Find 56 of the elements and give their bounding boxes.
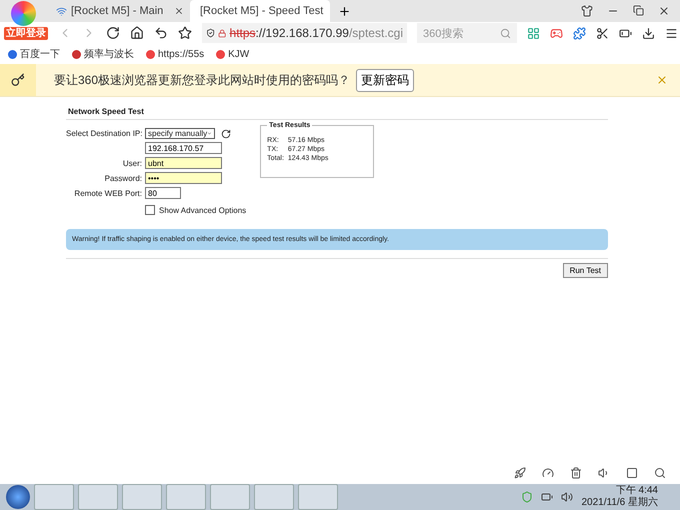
search-icon[interactable] xyxy=(500,28,511,38)
login-badge[interactable]: 立即登录 xyxy=(4,27,48,40)
lock-icon xyxy=(218,28,227,38)
new-tab-icon[interactable] xyxy=(338,4,351,18)
checkbox-label: Show Advanced Options xyxy=(159,206,246,214)
speaker-icon[interactable] xyxy=(598,467,610,479)
close-icon[interactable] xyxy=(174,6,184,16)
field-label: User: xyxy=(122,158,142,168)
star-icon[interactable] xyxy=(178,26,192,40)
dropdown-caret-icon xyxy=(206,131,214,136)
password-prompt: 要让360极速浏览器更新您登录此网站时使用的密码吗？ xyxy=(54,72,350,88)
shield-icon xyxy=(206,28,216,38)
gauge-icon[interactable] xyxy=(542,467,554,479)
rocket-icon[interactable] xyxy=(514,467,526,479)
bookmark-link[interactable]: 百度一下 xyxy=(8,47,60,61)
browser-tab[interactable]: [Rocket M5] - Main xyxy=(50,0,190,22)
address-bar[interactable]: https://192.168.170.99/sptest.cgi xyxy=(202,23,407,43)
battery-icon[interactable] xyxy=(541,491,554,503)
field-label: Password: xyxy=(104,174,142,182)
refresh-icon[interactable] xyxy=(221,128,231,138)
undo-icon[interactable] xyxy=(154,26,168,40)
browser-tab[interactable]: [Rocket M5] - Speed Test xyxy=(190,0,330,22)
bookmark-link[interactable]: 频率与波长 xyxy=(72,47,134,61)
port-input[interactable]: 80 xyxy=(145,187,181,199)
gamepad-icon[interactable] xyxy=(550,26,563,40)
key-icon xyxy=(11,73,25,87)
home-icon[interactable] xyxy=(130,26,144,40)
run-test-button[interactable]: Run Test xyxy=(562,263,608,278)
field-label: Select Destination IP: xyxy=(66,129,142,138)
scissors-icon[interactable] xyxy=(596,26,609,40)
bookmark-link[interactable]: KJW xyxy=(216,48,250,60)
window-icon[interactable] xyxy=(626,467,638,479)
download-icon[interactable] xyxy=(642,26,655,40)
menu-icon[interactable] xyxy=(665,26,678,40)
reload-icon[interactable] xyxy=(106,26,120,40)
zoom-icon[interactable] xyxy=(654,467,666,479)
trash-icon[interactable] xyxy=(570,467,582,479)
bookmark-link[interactable]: https://55s xyxy=(146,48,204,60)
update-password-button[interactable]: 更新密码 xyxy=(356,68,414,92)
battery-icon[interactable] xyxy=(619,26,632,40)
section-title: Network Speed Test xyxy=(66,105,608,120)
puzzle-icon[interactable] xyxy=(573,26,586,40)
field-label: Remote WEB Port: xyxy=(73,188,142,198)
ip-input[interactable]: 192.168.170.57 xyxy=(145,142,222,154)
restore-icon[interactable] xyxy=(633,5,644,16)
start-button[interactable] xyxy=(6,485,30,509)
apps-icon[interactable] xyxy=(527,26,540,40)
destination-select[interactable]: specify manually xyxy=(145,128,215,139)
volume-icon[interactable] xyxy=(561,491,574,503)
browser-logo[interactable] xyxy=(11,1,36,26)
wifi-icon xyxy=(56,6,67,16)
input-field[interactable]: ubnt xyxy=(145,157,222,169)
clock[interactable]: 下午 4:44 2021/11/6 星期六 xyxy=(581,485,658,509)
checkbox[interactable] xyxy=(145,205,155,215)
close-icon[interactable] xyxy=(658,5,670,17)
input-field[interactable]: •••• xyxy=(145,172,222,184)
